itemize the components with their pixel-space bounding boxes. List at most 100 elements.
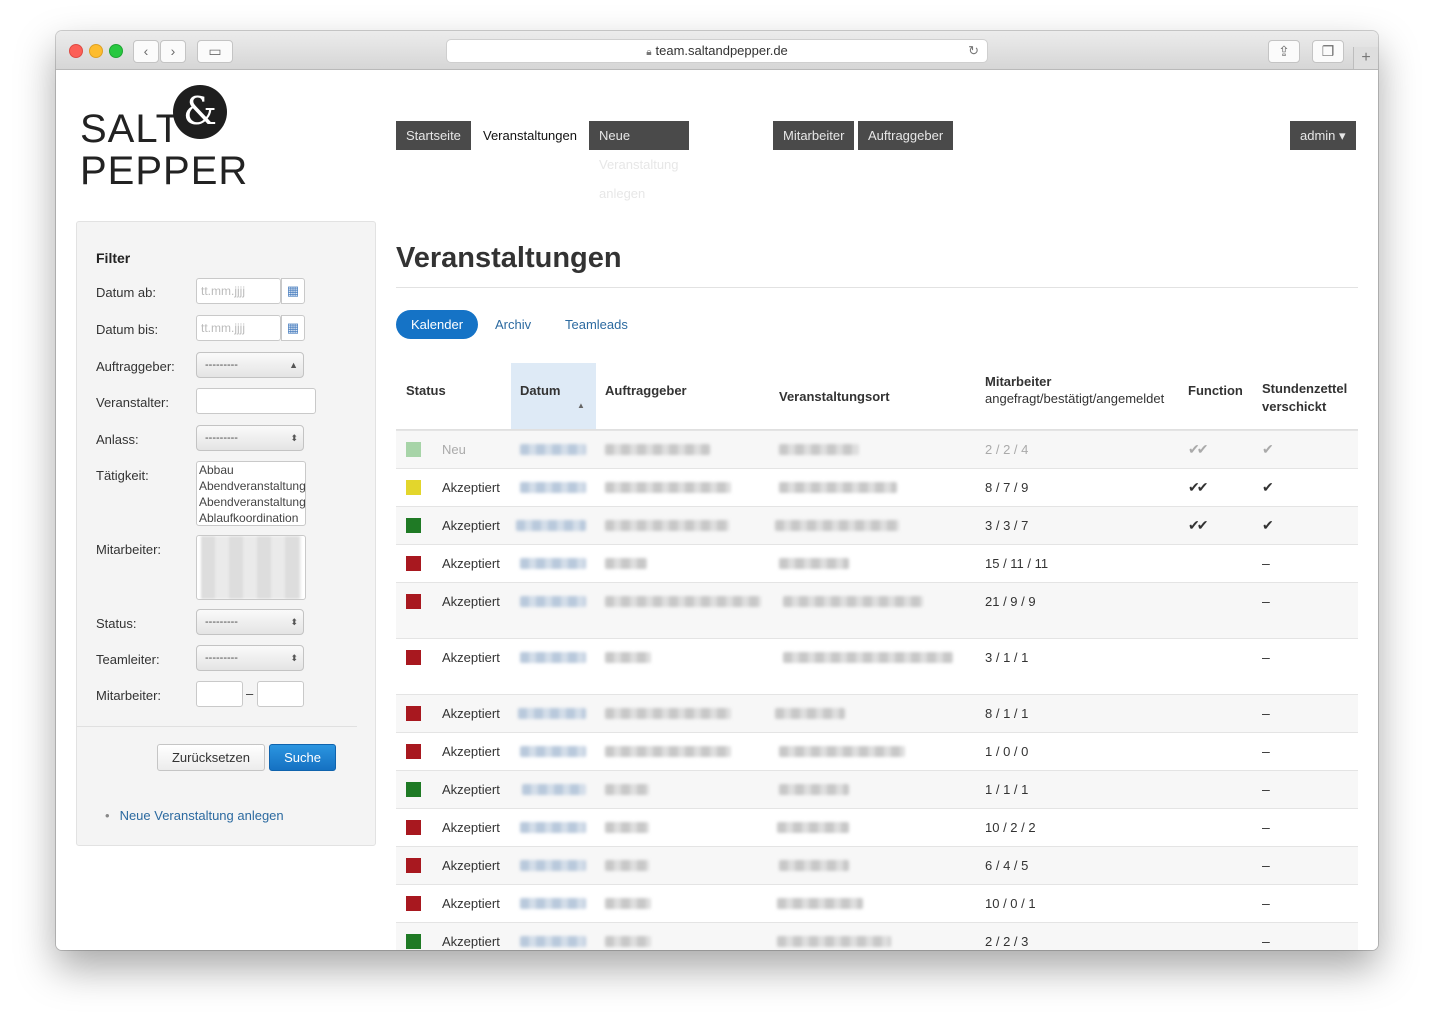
redacted-date[interactable] [516, 520, 586, 531]
chevron-left-icon[interactable]: ‹ [133, 40, 159, 63]
page-content: SALT & PEPPER Startseite Veranstaltungen… [56, 70, 1378, 950]
status-text: Akzeptiert [442, 782, 500, 797]
logo-ampersand-circle: & [173, 85, 227, 139]
redacted-client [605, 482, 731, 493]
veranstalter-input[interactable] [196, 388, 316, 414]
table-row[interactable]: Akzeptiert 3 / 3 / 7 ✔✔ ✔ [396, 506, 1358, 545]
taetigkeit-option[interactable]: Abendveranstaltung [197, 478, 305, 494]
col-stundenzettel[interactable]: Stundenzettel verschickt [1262, 380, 1354, 416]
tab-kalender[interactable]: Kalender [396, 310, 479, 339]
timesheet-sent-icon: – [1262, 743, 1270, 759]
table-row[interactable]: Akzeptiert 6 / 4 / 5 – [396, 846, 1358, 885]
address-bar[interactable]: 🔒︎ team.saltandpepper.de ↻ [446, 39, 988, 63]
table-row[interactable]: Akzeptiert 8 / 1 / 1 – [396, 694, 1358, 733]
mitarbeiter-max-input[interactable] [257, 681, 304, 707]
share-icon[interactable]: ⇪ [1268, 40, 1300, 63]
redacted-date[interactable] [520, 746, 586, 757]
nav-auftraggeber[interactable]: Auftraggeber [858, 121, 954, 150]
timesheet-sent-icon: – [1262, 781, 1270, 797]
calendar-icon[interactable]: ▦ [281, 315, 305, 341]
teamleiter-select[interactable]: --------- ⬍ [196, 645, 304, 671]
redacted-date[interactable] [520, 444, 586, 455]
table-row[interactable]: Akzeptiert 8 / 7 / 9 ✔✔ ✔ [396, 468, 1358, 507]
staff-counts: 10 / 2 / 2 [985, 820, 1036, 835]
table-row[interactable]: Akzeptiert 15 / 11 / 11 – [396, 544, 1358, 583]
select-arrows-icon: ▲ [289, 360, 298, 370]
nav-neue-veranstaltung[interactable]: Neue Veranstaltung anlegen [589, 121, 689, 201]
sidebar-icon[interactable]: ▭ [197, 40, 233, 63]
tab-archiv[interactable]: Archiv [480, 310, 546, 339]
datum-bis-input[interactable]: tt.mm.jjjj [196, 315, 281, 341]
mitarbeiter-min-input[interactable] [196, 681, 243, 707]
salt-pepper-logo[interactable]: SALT & PEPPER [80, 85, 247, 193]
table-row[interactable]: Akzeptiert 1 / 0 / 0 – [396, 732, 1358, 771]
status-color-swatch [406, 858, 421, 873]
redacted-client [605, 860, 649, 871]
search-button[interactable]: Suche [269, 744, 336, 771]
status-color-swatch [406, 442, 421, 457]
user-menu-dropdown[interactable]: admin ▾ [1290, 121, 1356, 150]
anlass-select[interactable]: --------- ⬍ [196, 425, 304, 451]
chevron-right-icon[interactable]: › [160, 40, 186, 63]
taetigkeit-option[interactable]: Abendveranstaltung [197, 494, 305, 510]
col-datum[interactable]: Datum [520, 383, 560, 398]
taetigkeit-listbox[interactable]: Abbau Abendveranstaltung Abendveranstalt… [196, 461, 306, 526]
table-row[interactable]: Akzeptiert 10 / 0 / 1 – [396, 884, 1358, 923]
col-veranstaltungsort[interactable]: Veranstaltungsort [779, 389, 890, 404]
tabs-overview-icon[interactable]: ❐ [1312, 40, 1344, 63]
status-color-swatch [406, 820, 421, 835]
nav-veranstaltungen[interactable]: Veranstaltungen [473, 121, 587, 150]
anlass-label: Anlass: [96, 432, 139, 447]
lock-icon: 🔒︎ [646, 47, 652, 58]
status-text: Neu [442, 442, 466, 457]
status-color-swatch [406, 518, 421, 533]
table-row[interactable]: Akzeptiert 21 / 9 / 9 – [396, 582, 1358, 639]
redacted-venue [779, 482, 897, 493]
redacted-date[interactable] [520, 482, 586, 493]
nav-mitarbeiter[interactable]: Mitarbeiter [773, 121, 855, 150]
mitarbeiter-range-label: Mitarbeiter: [96, 688, 162, 703]
col-mitarbeiter[interactable]: Mitarbeiter angefragt/bestätigt/angemelde… [985, 374, 1164, 406]
staff-counts: 8 / 7 / 9 [985, 480, 1029, 495]
col-status[interactable]: Status [406, 383, 446, 398]
redacted-date[interactable] [518, 708, 586, 719]
mitarbeiter-listbox[interactable] [196, 535, 306, 600]
col-function[interactable]: Function [1188, 383, 1243, 398]
close-window-button[interactable] [69, 44, 83, 58]
new-event-link[interactable]: Neue Veranstaltung anlegen [120, 808, 284, 823]
nav-startseite[interactable]: Startseite [396, 121, 471, 150]
new-tab-button[interactable]: + [1353, 47, 1378, 69]
auftraggeber-select-value: --------- [205, 359, 238, 371]
tab-teamleads[interactable]: Teamleads [550, 310, 643, 339]
timesheet-sent-icon: – [1262, 819, 1270, 835]
minimize-window-button[interactable] [89, 44, 103, 58]
zoom-window-button[interactable] [109, 44, 123, 58]
browser-window: ‹ › ▭ 🔒︎ team.saltandpepper.de ↻ ⇪ ❐ + SA… [56, 31, 1378, 950]
redacted-date[interactable] [520, 898, 586, 909]
col-mitarbeiter-label: Mitarbeiter [985, 374, 1052, 389]
redacted-date[interactable] [520, 652, 586, 663]
calendar-icon[interactable]: ▦ [281, 278, 305, 304]
reset-button[interactable]: Zurücksetzen [157, 744, 265, 771]
reload-icon[interactable]: ↻ [968, 40, 979, 62]
table-row[interactable]: Neu 2 / 2 / 4 ✔✔ ✔ [396, 430, 1358, 469]
table-row[interactable]: Akzeptiert 2 / 2 / 3 – [396, 922, 1358, 950]
teamleiter-select-value: --------- [205, 652, 238, 664]
col-auftraggeber[interactable]: Auftraggeber [605, 383, 687, 398]
redacted-date[interactable] [520, 822, 586, 833]
table-row[interactable]: Akzeptiert 3 / 1 / 1 – [396, 638, 1358, 695]
redacted-date[interactable] [520, 860, 586, 871]
redacted-date[interactable] [520, 936, 586, 947]
status-select[interactable]: --------- ⬍ [196, 609, 304, 635]
auftraggeber-select[interactable]: --------- ▲ [196, 352, 304, 378]
redacted-date[interactable] [522, 784, 586, 795]
datum-ab-input[interactable]: tt.mm.jjjj [196, 278, 281, 304]
redacted-date[interactable] [520, 558, 586, 569]
redacted-date[interactable] [520, 596, 586, 607]
taetigkeit-option[interactable]: Abbau [197, 462, 305, 478]
taetigkeit-option[interactable]: Ablaufkoordination [197, 510, 305, 525]
table-row[interactable]: Akzeptiert 1 / 1 / 1 – [396, 770, 1358, 809]
function-check-icon: ✔✔ [1188, 517, 1209, 533]
table-row[interactable]: Akzeptiert 10 / 2 / 2 – [396, 808, 1358, 847]
auftraggeber-label: Auftraggeber: [96, 359, 175, 374]
